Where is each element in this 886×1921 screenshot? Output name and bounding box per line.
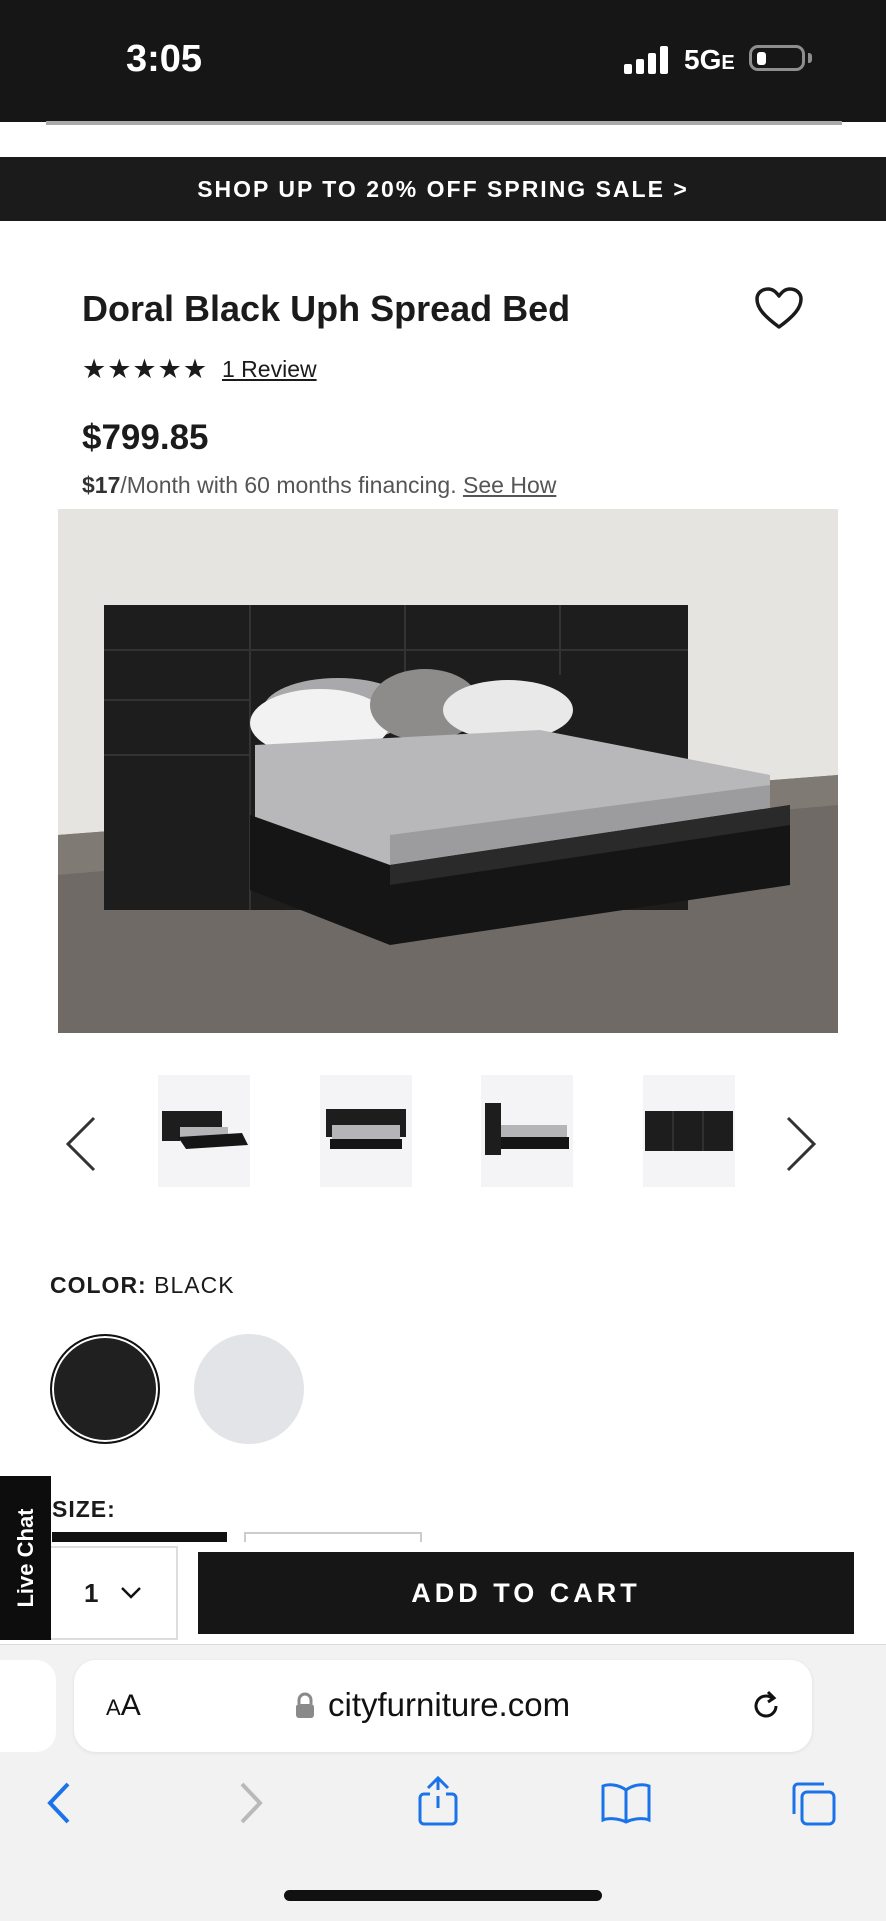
gallery-thumbnail[interactable] — [643, 1075, 735, 1187]
status-bar: 3:05 5GE — [0, 0, 886, 122]
back-icon[interactable] — [44, 1780, 74, 1826]
network-label: 5GE — [684, 44, 735, 75]
battery-nub — [808, 53, 812, 63]
status-time: 3:05 — [126, 38, 203, 80]
gallery-thumbnail[interactable] — [481, 1075, 573, 1187]
rating-stars: ★★★★★ — [82, 354, 209, 384]
financing-info: $17/Month with 60 months financing. See … — [82, 472, 556, 499]
gallery-next-arrow-icon[interactable] — [784, 1114, 818, 1174]
product-main-image[interactable] — [50, 505, 838, 1033]
adjacent-tab[interactable] — [0, 1660, 56, 1752]
lock-icon — [296, 1692, 314, 1718]
home-indicator — [284, 1890, 602, 1901]
color-swatch-white[interactable] — [194, 1334, 304, 1444]
see-how-link[interactable]: See How — [463, 472, 556, 498]
finance-text: /Month with 60 months financing. — [120, 472, 457, 498]
size-option-selected[interactable] — [52, 1532, 227, 1542]
size-label: SIZE: — [52, 1496, 116, 1522]
live-chat-label: Live Chat — [12, 1508, 38, 1608]
favorite-heart-icon[interactable] — [754, 286, 804, 330]
bookmarks-icon[interactable] — [600, 1782, 652, 1824]
live-chat-button[interactable]: Live Chat — [0, 1476, 51, 1640]
chevron-down-icon — [121, 1587, 141, 1599]
quantity-select[interactable]: 1 — [48, 1546, 178, 1640]
color-swatch-black[interactable] — [50, 1334, 160, 1444]
color-value: BLACK — [154, 1272, 235, 1298]
share-icon[interactable] — [416, 1776, 460, 1828]
gallery-thumbnail[interactable] — [320, 1075, 412, 1187]
reviews-link[interactable]: 1 Review — [222, 356, 317, 383]
gallery-prev-arrow-icon[interactable] — [64, 1114, 98, 1174]
header-divider — [46, 121, 842, 125]
reader-aa-button[interactable]: AA — [106, 1689, 141, 1723]
add-to-cart-button[interactable]: ADD TO CART — [198, 1552, 854, 1634]
url-text: cityfurniture.com — [328, 1686, 571, 1723]
battery-icon — [749, 45, 805, 71]
color-label: COLOR: BLACK — [50, 1272, 235, 1298]
product-price: $799.85 — [82, 418, 209, 457]
finance-amount: $17 — [82, 472, 121, 498]
promo-banner[interactable]: SHOP UP TO 20% OFF SPRING SALE > — [0, 157, 886, 221]
reload-icon[interactable] — [748, 1688, 784, 1724]
quantity-value: 1 — [84, 1578, 99, 1608]
forward-icon[interactable] — [236, 1780, 266, 1826]
product-title: Doral Black Uph Spread Bed — [82, 288, 571, 329]
signal-icon — [624, 46, 668, 74]
tabs-icon[interactable] — [790, 1780, 838, 1828]
gallery-thumbnail[interactable] — [158, 1075, 250, 1187]
